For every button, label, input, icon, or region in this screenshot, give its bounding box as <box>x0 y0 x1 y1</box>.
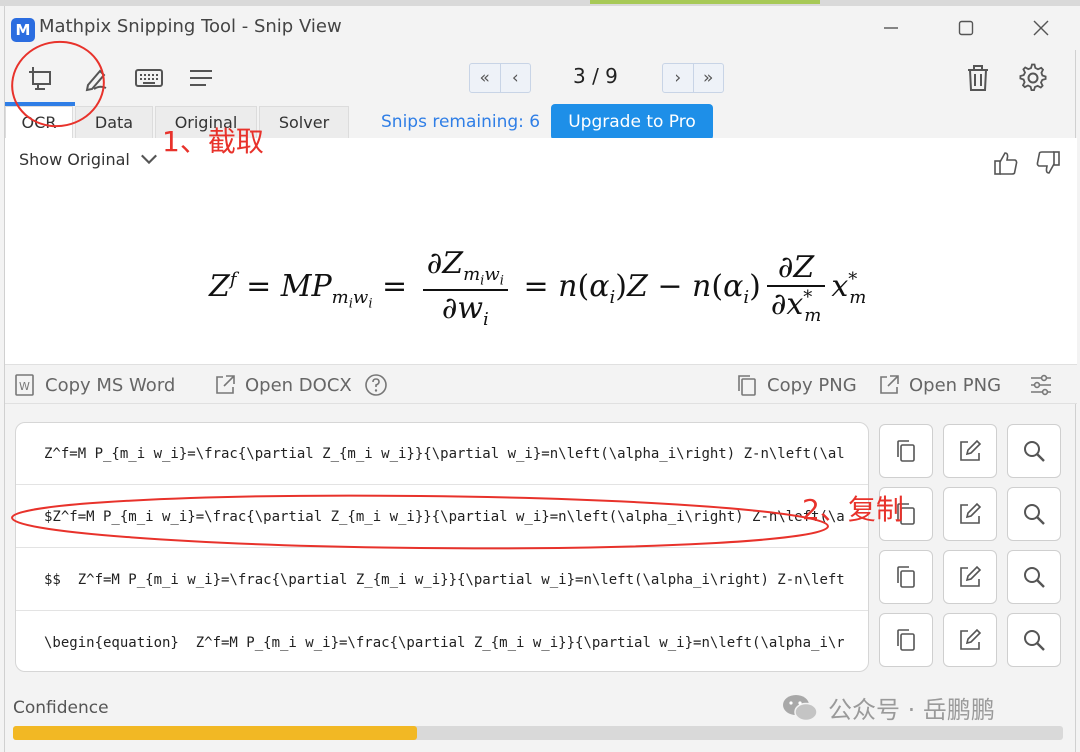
annotation-step-2: 2、复制 <box>802 493 904 526</box>
annotation-overlay <box>11 40 829 550</box>
watermark-text: 公众号 · 岳鹏鹏 <box>828 696 995 724</box>
annotation-circle-snip <box>11 40 105 128</box>
wechat-icon <box>783 694 818 721</box>
annotation-ellipse-row <box>11 494 829 550</box>
watermark: 公众号 · 岳鹏鹏 <box>780 690 995 725</box>
annotation-step-1: 1、截取 <box>162 125 264 158</box>
